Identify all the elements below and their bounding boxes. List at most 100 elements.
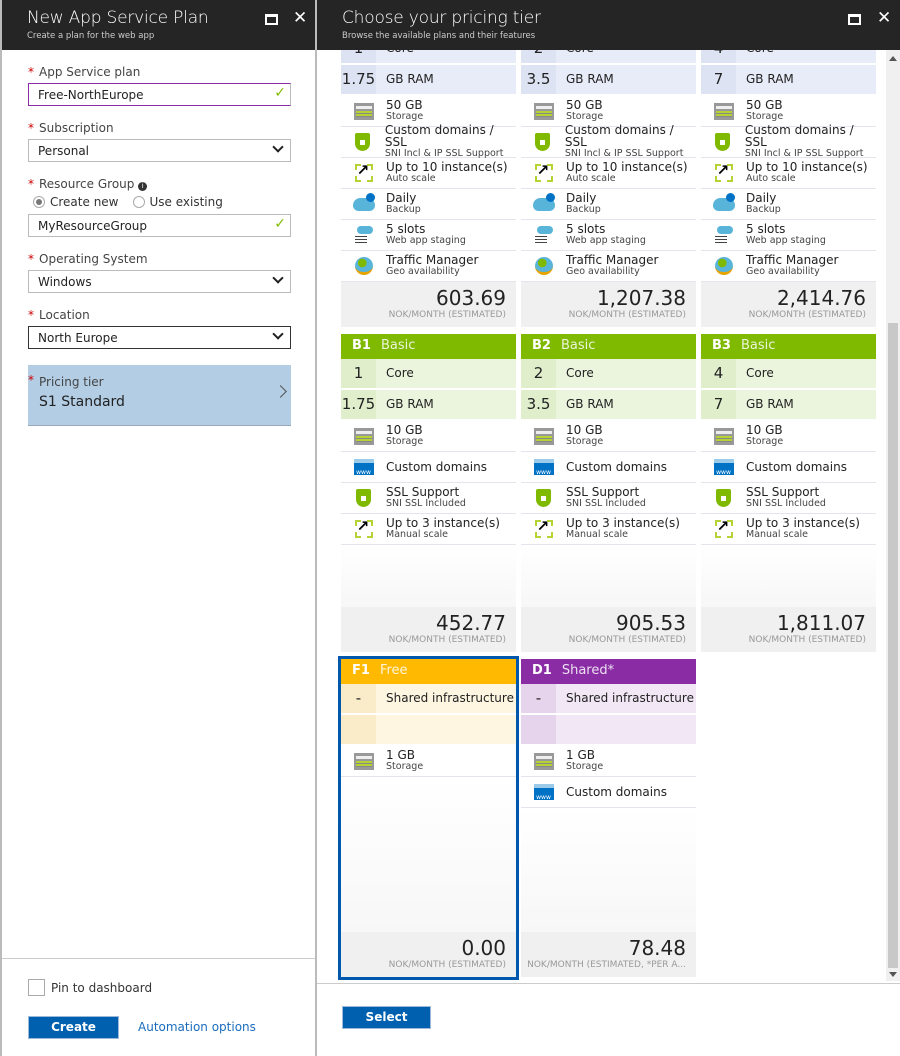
feature-title: Daily	[746, 191, 777, 205]
ram-value: 1.75	[341, 390, 376, 419]
pin-to-dashboard-checkbox[interactable]: Pin to dashboard	[28, 979, 152, 996]
storage-icon	[713, 102, 734, 120]
feature-subtitle: Web app staging	[746, 235, 826, 246]
feature-text: SSL Support SNI SSL Included	[386, 486, 466, 510]
feature-row: www Custom domains	[521, 777, 696, 808]
feature-title: Up to 10 instance(s)	[746, 160, 868, 174]
tier-code: B2	[532, 338, 551, 353]
tier-core-row: 1Core	[341, 359, 516, 390]
tier-code: D1	[532, 663, 552, 678]
feature-title: Custom domains / SSL	[564, 123, 674, 149]
slots-icon	[534, 226, 553, 244]
pricing-tier-selector[interactable]: * Pricing tier S1 Standard	[28, 365, 291, 426]
tier-card-row0-0[interactable]: 1Core1.75GB RAM50 GBStorageCustom domain…	[341, 50, 516, 327]
location-select[interactable]: North Europe	[28, 326, 291, 349]
feature-text: 50 GB Storage	[566, 99, 603, 123]
feature-subtitle: Web app staging	[386, 235, 466, 246]
feature-icon-cell	[701, 226, 746, 244]
core-label: Core	[736, 50, 876, 63]
feature-text: Traffic Manager Geo availability	[566, 254, 658, 278]
ram-value	[521, 715, 556, 744]
backup-cloud-icon	[712, 192, 735, 211]
price-area: 1,811.07 NOK/MONTH (ESTIMATED)	[701, 607, 876, 652]
ram-label: GB RAM	[736, 65, 876, 94]
tier-card-f1[interactable]: F1 Free - Shared infrastructure 1 GB Storage 0…	[338, 656, 519, 980]
feature-text: Up to 3 instance(s) Manual scale	[746, 517, 860, 541]
select-button[interactable]: Select	[342, 1006, 431, 1029]
feature-icon-cell	[341, 192, 386, 211]
use-existing-radio[interactable]: Use existing	[132, 195, 223, 209]
feature-icon-cell	[341, 752, 386, 770]
close-icon[interactable]: ✕	[877, 8, 891, 28]
feature-icon-cell	[521, 517, 566, 538]
operating-system-select[interactable]: Windows	[28, 270, 291, 293]
close-icon[interactable]: ✕	[293, 8, 307, 28]
resource-group-input[interactable]: MyResourceGroup ✓	[28, 214, 291, 237]
feature-text: 50 GB Storage	[746, 99, 783, 123]
feature-icon-cell	[521, 161, 566, 182]
tier-code: F1	[352, 663, 370, 678]
maximize-icon[interactable]	[265, 14, 278, 25]
feature-row: 5 slots Web app staging	[521, 220, 696, 251]
feature-icon-cell	[341, 257, 386, 275]
create-button[interactable]: Create	[28, 1016, 119, 1039]
tier-card-d1[interactable]: D1 Shared* - Shared infrastructure 1 GB Stora…	[521, 659, 696, 977]
blade-footer: Pin to dashboard Create Automation optio…	[2, 958, 315, 1039]
feature-text: Custom domains / SSL SNI Incl & IP SSL Su…	[385, 124, 516, 160]
feature-row: Traffic Manager Geo availability	[701, 251, 876, 282]
ram-value: 7	[701, 65, 736, 94]
tier-card-row0-1[interactable]: 2Core3.5GB RAM50 GBStorageCustom domains…	[521, 50, 696, 327]
ram-value: 3.5	[521, 390, 556, 419]
tier-card-b2[interactable]: B2 Basic 2 Core 3.5 GB RAM 10 GB Storage www Cust…	[521, 334, 696, 652]
feature-icon-cell	[521, 489, 566, 507]
feature-row: Up to 10 instance(s)Auto scale	[701, 158, 876, 189]
feature-text: Custom domains	[566, 461, 667, 473]
feature-text: Up to 10 instance(s) Auto scale	[746, 161, 868, 185]
ram-value: 3.5	[521, 65, 556, 94]
create-new-radio[interactable]: Create new	[33, 195, 119, 209]
feature-icon-cell	[701, 161, 746, 182]
subscription-select[interactable]: Personal	[28, 139, 291, 162]
feature-row: SSL Support SNI SSL Included	[701, 483, 876, 514]
feature-row: Custom domains / SSL SNI Incl & IP SSL Su…	[701, 124, 876, 160]
feature-title: Custom domains / SSL	[384, 123, 494, 149]
www-icon: www	[353, 459, 374, 476]
feature-icon-cell	[521, 192, 566, 211]
tier-card-b3[interactable]: B3 Basic 4 Core 7 GB RAM 10 GB Storage www Custom…	[701, 334, 876, 652]
feature-text: Custom domains	[746, 461, 847, 473]
new-app-service-plan-blade: New App Service Plan Create a plan for t…	[0, 0, 317, 1056]
tier-ram-row: 1.75 GB RAM	[341, 390, 516, 421]
feature-subtitle: Geo availability	[746, 266, 820, 277]
spacer	[341, 777, 516, 932]
feature-text: Daily Backup	[566, 192, 601, 216]
feature-row: 5 slots Web app staging	[341, 220, 516, 251]
feature-icon-cell	[521, 752, 566, 770]
feature-text: Custom domains / SSL SNI Incl & IP SSL Su…	[745, 124, 876, 160]
feature-title: SSL Support	[566, 485, 640, 499]
spacer	[341, 545, 516, 607]
automation-options-link[interactable]: Automation options	[138, 1020, 256, 1034]
feature-text: Custom domains	[386, 461, 487, 473]
feature-title: Custom domains	[566, 785, 667, 799]
feature-row: 5 slots Web app staging	[701, 220, 876, 251]
feature-subtitle: Manual scale	[566, 529, 629, 540]
storage-icon	[713, 427, 734, 445]
tier-name: Free	[379, 663, 408, 678]
tier-core-row: 2Core	[521, 50, 696, 65]
price-area: 603.69 NOK/MONTH (ESTIMATED)	[341, 282, 516, 327]
maximize-icon[interactable]	[848, 14, 861, 25]
storage-icon	[353, 752, 374, 770]
scrollbar[interactable]	[886, 50, 900, 981]
feature-text: SSL Support SNI SSL Included	[566, 486, 646, 510]
www-icon: www	[533, 459, 554, 476]
blade-title: Choose your pricing tier	[342, 8, 541, 28]
tier-name: Basic	[380, 338, 416, 353]
tier-card-b1[interactable]: B1 Basic 1 Core 1.75 GB RAM 10 GB Storage www Cus…	[341, 334, 516, 652]
chevron-down-icon	[272, 328, 284, 340]
scale-icon	[534, 161, 553, 182]
feature-row: www Custom domains	[701, 452, 876, 483]
tier-card-row0-2[interactable]: 4Core7GB RAM50 GBStorageCustom domains /…	[701, 50, 876, 327]
app-service-plan-input[interactable]: Free-NorthEurope ✓	[28, 83, 291, 106]
feature-text: Traffic Manager Geo availability	[386, 254, 478, 278]
info-icon[interactable]: i	[138, 182, 148, 191]
